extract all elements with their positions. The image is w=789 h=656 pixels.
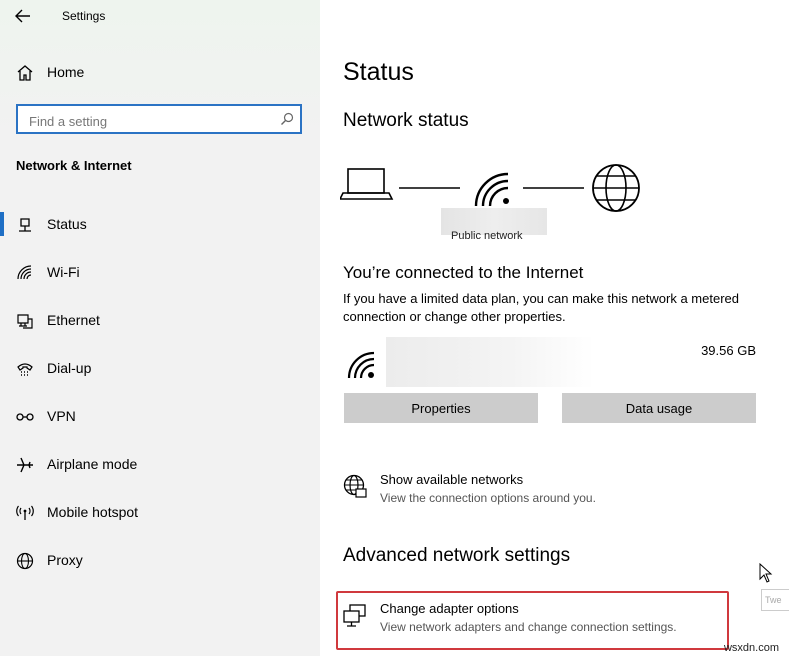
sidebar-item-label: Mobile hotspot <box>47 504 139 520</box>
show-available-networks-link[interactable]: Show available networks View the connect… <box>342 472 762 516</box>
network-status-heading: Network status <box>343 110 469 131</box>
ethernet-icon <box>17 314 33 329</box>
watermark: wsxdn.com <box>723 642 779 654</box>
hotspot-icon <box>16 505 34 520</box>
globe-network-icon <box>343 474 367 498</box>
mouse-cursor-icon <box>759 563 773 583</box>
sidebar-item-label: Airplane mode <box>47 456 138 472</box>
connection-status-heading: You’re connected to the Internet <box>343 263 584 282</box>
sidebar-item-label: VPN <box>47 408 76 424</box>
show-networks-description: View the connection options around you. <box>380 491 596 505</box>
globe-icon <box>592 164 640 212</box>
network-adapter-icon <box>343 604 366 627</box>
show-networks-title: Show available networks <box>380 472 524 487</box>
dialup-icon <box>17 363 33 376</box>
page-title: Status <box>343 58 414 86</box>
sidebar-item-label: Proxy <box>47 552 83 568</box>
network-type-label: Public network <box>451 230 523 242</box>
connection-description: If you have a limited data plan, you can… <box>343 291 739 324</box>
advanced-settings-heading: Advanced network settings <box>343 545 571 566</box>
search-box[interactable] <box>16 104 302 134</box>
sidebar: Settings Home Network & Internet Status … <box>0 0 320 656</box>
wifi-icon <box>474 172 509 207</box>
home-nav-item[interactable]: Home <box>0 53 320 93</box>
adapter-options-title: Change adapter options <box>380 601 519 616</box>
change-adapter-options-link[interactable]: Change adapter options View network adap… <box>342 601 762 645</box>
properties-button[interactable]: Properties <box>344 393 538 423</box>
redacted-network-info <box>386 337 594 387</box>
search-icon[interactable] <box>280 112 294 126</box>
sidebar-item-status[interactable]: Status <box>0 205 320 245</box>
back-arrow-icon[interactable] <box>12 5 36 27</box>
search-input[interactable] <box>27 111 271 131</box>
sidebar-item-label: Wi-Fi <box>47 264 80 280</box>
title-bar: Settings <box>0 0 320 34</box>
home-icon <box>17 65 33 81</box>
app-title: Settings <box>62 9 106 23</box>
vpn-icon <box>16 413 34 421</box>
sidebar-item-label: Ethernet <box>47 312 100 328</box>
data-usage-amount: 39.56 GB <box>701 343 756 358</box>
sidebar-item-vpn[interactable]: VPN <box>0 397 320 437</box>
wifi-icon <box>347 351 375 379</box>
adapter-options-description: View network adapters and change connect… <box>380 620 677 634</box>
sidebar-item-wifi[interactable]: Wi-Fi <box>0 253 320 293</box>
sidebar-item-label: Dial-up <box>47 360 92 376</box>
sidebar-item-label: Status <box>47 216 87 232</box>
tooltip: Twe <box>761 589 789 611</box>
airplane-icon <box>17 457 33 473</box>
sidebar-item-proxy[interactable]: Proxy <box>0 541 320 581</box>
proxy-icon <box>16 552 34 570</box>
data-usage-button[interactable]: Data usage <box>562 393 756 423</box>
sidebar-item-mobile-hotspot[interactable]: Mobile hotspot <box>0 493 320 533</box>
section-title: Network & Internet <box>16 158 132 173</box>
sidebar-item-airplane-mode[interactable]: Airplane mode <box>0 445 320 485</box>
sidebar-item-ethernet[interactable]: Ethernet <box>0 301 320 341</box>
sidebar-item-dialup[interactable]: Dial-up <box>0 349 320 389</box>
wifi-icon <box>17 265 32 280</box>
home-label: Home <box>47 64 85 80</box>
status-icon <box>19 218 31 232</box>
laptop-icon <box>340 168 394 200</box>
main-content: Status Network status Public network You… <box>320 0 789 656</box>
